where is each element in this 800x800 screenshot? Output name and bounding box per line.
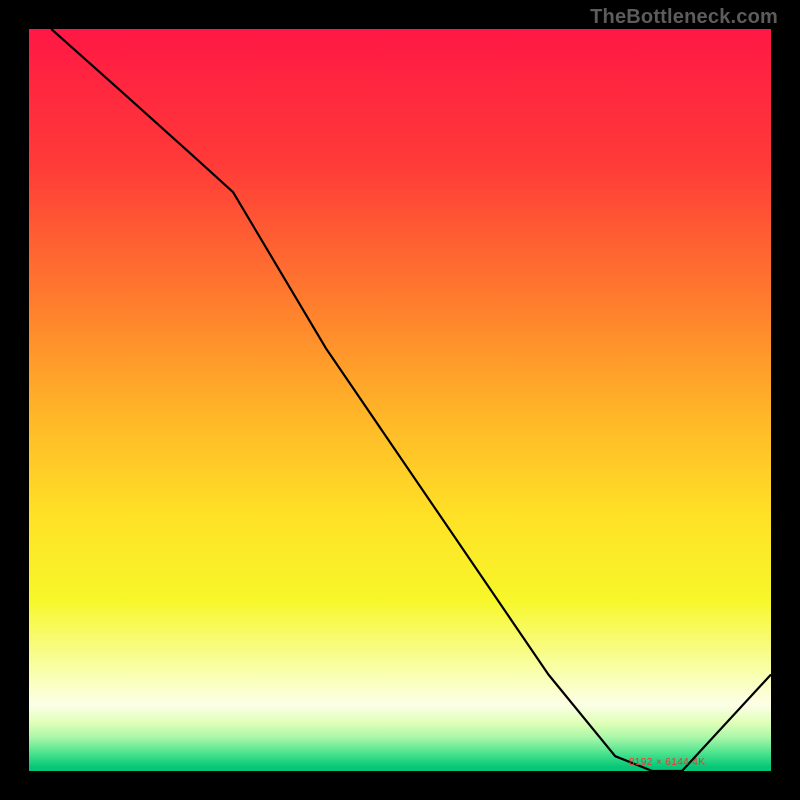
chart-stage: 8192 × 6144 4K TheBottleneck.com [0,0,800,800]
chart-svg: 8192 × 6144 4K [0,0,800,800]
resolution-label: 8192 × 6144 4K [629,757,706,768]
plot-area [29,29,771,771]
watermark-text: TheBottleneck.com [590,6,778,29]
